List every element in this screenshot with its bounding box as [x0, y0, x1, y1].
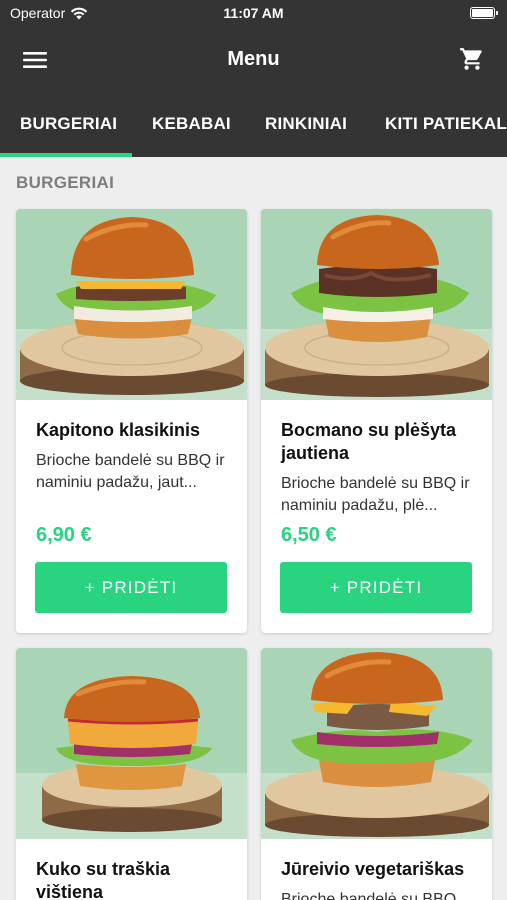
tab-kebabai[interactable]: KEBABAI [152, 92, 231, 157]
tab-burgeriai[interactable]: BURGERIAI [20, 92, 117, 157]
product-name: Kapitono klasikinis [36, 420, 201, 440]
product-card[interactable]: Jūreivio vegetariškas Brioche bandelė su… [261, 648, 492, 900]
burger-image [16, 209, 247, 400]
top-app-bar: Menu [0, 28, 507, 92]
active-tab-indicator [0, 153, 132, 157]
tab-kiti-patiekalai[interactable]: KITI PATIEKALAI [385, 92, 507, 157]
product-card[interactable]: Bocmano su plėšyta jautiena Brioche band… [261, 209, 492, 633]
hamburger-icon[interactable] [22, 48, 48, 72]
product-name: Jūreivio vegetariškas [281, 859, 465, 879]
section-title: BURGERIAI [16, 173, 115, 192]
cart-icon[interactable] [459, 46, 485, 72]
product-name: Bocmano su plėšyta jautiena [281, 420, 457, 463]
page-title: Menu [227, 48, 280, 70]
product-card[interactable]: Kapitono klasikinis Brioche bandelė su B… [16, 209, 247, 633]
battery-icon [470, 7, 498, 19]
burger-image [261, 209, 492, 400]
product-price: 6,90 € [36, 524, 92, 546]
product-card[interactable]: Kuko su traškia vištiena [16, 648, 247, 900]
tab-rinkiniai[interactable]: RINKINIAI [265, 92, 347, 157]
product-name: Kuko su traškia vištiena [36, 859, 171, 900]
status-time: 11:07 AM [223, 5, 284, 21]
status-bar: Operator 11:07 AM [0, 0, 507, 28]
add-to-cart-button[interactable]: + PRIDĖTI [35, 562, 227, 613]
category-tabs: BURGERIAI KEBABAI RINKINIAI KITI PATIEKA… [0, 92, 507, 157]
burger-image [16, 648, 247, 839]
product-description: Brioche bandelė su BBQ ir naminiu padažu… [281, 475, 470, 514]
burger-image [261, 648, 492, 839]
product-price: 6,50 € [281, 524, 337, 546]
add-to-cart-button[interactable]: + PRIDĖTI [280, 562, 472, 613]
product-description: Brioche bandelė su BBQ [281, 891, 457, 900]
product-description: Brioche bandelė su BBQ ir naminiu padažu… [36, 452, 225, 491]
